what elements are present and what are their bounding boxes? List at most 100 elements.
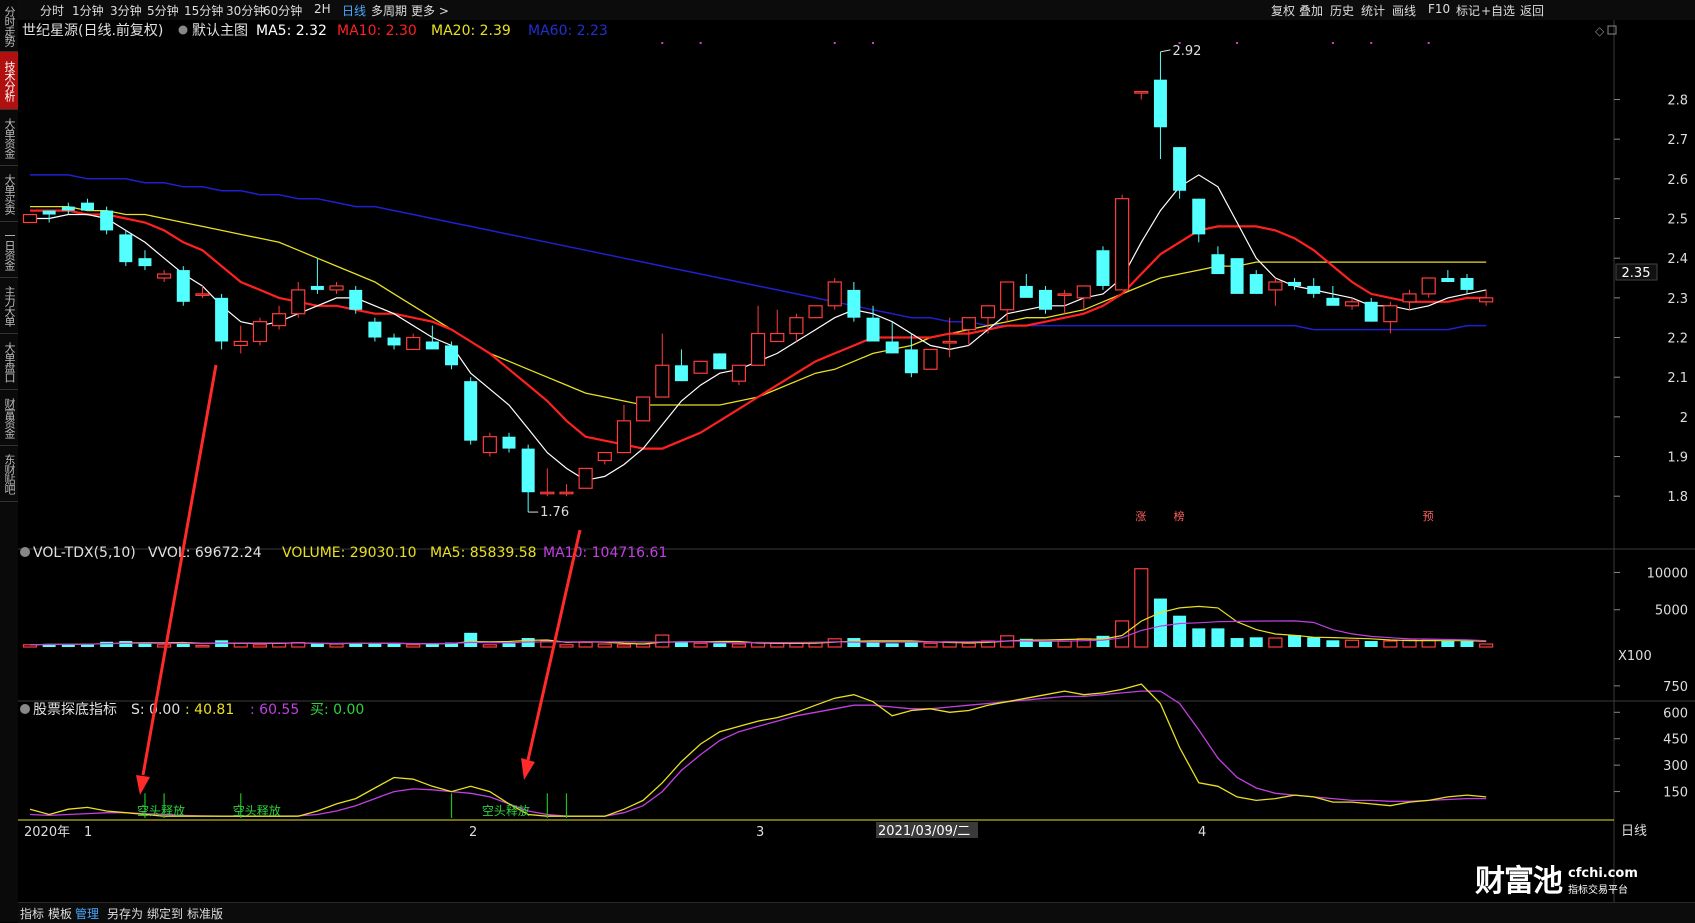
- volume-bar-down: [904, 642, 918, 647]
- bottom-tab[interactable]: 模板: [48, 905, 72, 922]
- period-tab[interactable]: 更多 >: [411, 2, 449, 19]
- period-tab[interactable]: 多周期: [371, 2, 407, 19]
- event-dot: [833, 42, 836, 44]
- candle-body-up: [1000, 281, 1015, 311]
- candle-body-up: [655, 364, 670, 398]
- volume-bar-up: [1479, 643, 1494, 648]
- bottom-tab[interactable]: 标准版: [187, 905, 223, 922]
- candle-body-up: [750, 332, 766, 366]
- template-dropdown-icon[interactable]: [178, 25, 188, 35]
- watermark: 财富池 cfchi.com 指标交易平台: [1475, 856, 1638, 900]
- volume-bar-up: [1402, 639, 1417, 648]
- volume-bar-down: [885, 643, 899, 647]
- toolbar-tool[interactable]: 历史: [1330, 2, 1354, 19]
- period-tab[interactable]: 分时: [40, 2, 64, 19]
- vol-unit: X100: [1618, 649, 1652, 664]
- period-tab[interactable]: 3分钟: [110, 2, 142, 19]
- period-tab[interactable]: 1分钟: [72, 2, 104, 19]
- candle-body-down: [904, 349, 918, 374]
- sidebar-item[interactable]: 技术分析: [0, 52, 18, 110]
- template-name[interactable]: 默认主图: [192, 23, 248, 39]
- candle-body-up: [942, 340, 957, 344]
- chart-area[interactable]: 世纪星源(日线.前复权) 默认主图 MA5: 2.32 MA10: 2.30 M…: [18, 20, 1695, 902]
- event-dot: [661, 42, 664, 44]
- sidebar-item[interactable]: 大单资金: [0, 110, 18, 166]
- sidebar-item[interactable]: 大单盘口: [0, 334, 18, 390]
- ind-dropdown-icon[interactable]: [20, 704, 30, 714]
- vol-name: VOL-TDX(5,10): [33, 545, 136, 561]
- candle-body-up: [1479, 297, 1494, 303]
- volume-bar-up: [252, 644, 268, 648]
- price-tick-label: 2.6: [1667, 173, 1688, 188]
- candle-body-down: [119, 234, 133, 263]
- candle-body-down: [1307, 285, 1321, 294]
- high-label: 2.92: [1172, 44, 1201, 59]
- candle-body-down: [100, 210, 114, 231]
- toolbar-tool[interactable]: F10: [1428, 2, 1450, 16]
- sidebar-item[interactable]: 东财贴吧: [0, 446, 18, 502]
- period-tab[interactable]: 60分钟: [263, 2, 302, 19]
- candle-body-down: [1096, 250, 1110, 286]
- candle-body-up: [961, 317, 976, 331]
- price-tick-label: 2: [1680, 411, 1688, 426]
- bottom-tab[interactable]: 绑定到: [147, 905, 183, 922]
- event-dot: [699, 42, 702, 44]
- x-label-year: 2020年: [24, 825, 70, 840]
- toolbar-tool[interactable]: 画线: [1392, 2, 1416, 19]
- volume-bar-down: [1364, 641, 1378, 647]
- volume-bar-down: [1038, 641, 1052, 647]
- sidebar-item[interactable]: 主力大单: [0, 278, 18, 334]
- bottom-tab[interactable]: 另存为: [107, 905, 143, 922]
- volume-bar-down: [1441, 641, 1455, 647]
- toolbar-tool[interactable]: 返回: [1520, 2, 1544, 19]
- candle-body-down: [1173, 147, 1187, 191]
- toolbar-tool[interactable]: 标记: [1456, 2, 1480, 19]
- low-label: 1.76: [540, 505, 569, 520]
- candle-body-up: [808, 305, 823, 319]
- period-tab[interactable]: 日线: [342, 2, 366, 19]
- stock-name: 世纪星源(日线.前复权): [22, 22, 163, 39]
- volume-bar-up: [1421, 639, 1436, 648]
- vol-dropdown-icon[interactable]: [20, 547, 30, 557]
- sidebar-item[interactable]: 大单买卖: [0, 166, 18, 222]
- ind-tick-label: 750: [1663, 680, 1688, 695]
- period-tab[interactable]: 30分钟: [226, 2, 265, 19]
- candle-body-up: [22, 213, 38, 224]
- volume-bar-up: [731, 643, 747, 648]
- toolbar-tool[interactable]: 叠加: [1299, 2, 1323, 19]
- candle-body-down: [368, 321, 382, 338]
- event-dot: [872, 42, 875, 44]
- period-tab[interactable]: 15分钟: [184, 2, 223, 19]
- volume-bar-up: [961, 642, 976, 648]
- candle-body-up: [770, 332, 785, 343]
- candle-body-down: [866, 317, 880, 342]
- sidebar-item[interactable]: 一日资金: [0, 222, 18, 278]
- toolbar-tool[interactable]: 复权: [1271, 2, 1295, 19]
- candle-body-down: [1288, 281, 1302, 286]
- collapse-icon[interactable]: ◇: [1595, 24, 1605, 38]
- candle-body-down: [80, 202, 94, 211]
- ind-buy-value: 买: 0.00: [310, 702, 364, 718]
- period-tab[interactable]: 5分钟: [147, 2, 179, 19]
- bottom-tab[interactable]: 指标: [20, 905, 44, 922]
- volume-bar-up: [597, 643, 612, 648]
- candle-body-up: [252, 321, 268, 343]
- ind-v2-value: : 60.55: [250, 702, 299, 718]
- event-marker: 预: [1423, 510, 1434, 523]
- x-label-month: 1: [84, 825, 92, 840]
- candle-body-up: [578, 467, 593, 489]
- ma10-value: MA10: 2.30: [337, 23, 417, 39]
- event-marker: 榜: [1174, 509, 1185, 523]
- ma20-value: MA20: 2.39: [431, 23, 511, 39]
- period-tab[interactable]: 2H: [314, 2, 331, 16]
- toolbar-tool[interactable]: +自选: [1481, 2, 1515, 19]
- volume-bar-up: [923, 642, 938, 648]
- bottom-tab[interactable]: 管理: [75, 905, 99, 922]
- sidebar-item[interactable]: 财富资金: [0, 390, 18, 446]
- sidebar-item[interactable]: 分时走势: [0, 0, 18, 52]
- candle-body-down: [349, 289, 363, 310]
- volume-bar-down: [1249, 637, 1263, 647]
- toolbar-tool[interactable]: 统计: [1361, 2, 1385, 19]
- candle-body-down: [885, 341, 899, 354]
- ind-tick-label: 150: [1663, 786, 1688, 801]
